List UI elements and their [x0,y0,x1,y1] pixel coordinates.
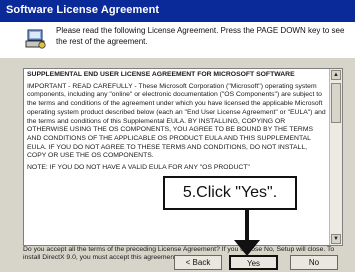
down-arrow-icon [234,240,260,256]
license-agreement-dialog: Software License Agreement Please read t… [0,0,355,272]
license-text-box[interactable]: SUPPLEMENTAL END USER LICENSE AGREEMENT … [23,68,343,246]
back-button[interactable]: < Back [174,255,222,270]
setup-computer-icon [25,29,46,49]
window-title: Software License Agreement [6,4,160,16]
license-heading: SUPPLEMENTAL END USER LICENSE AGREEMENT … [27,71,295,78]
no-button[interactable]: No [290,255,338,270]
yes-button[interactable]: Yes [229,255,278,270]
title-bar[interactable]: Software License Agreement [0,0,355,22]
scroll-thumb[interactable] [331,83,341,123]
scroll-up-arrow-icon[interactable]: ▲ [331,70,341,80]
step-callout: 5.Click "Yes". [163,176,297,210]
vertical-scrollbar[interactable]: ▲ ▼ [329,69,342,245]
instruction-text: Please read the following License Agreem… [56,26,345,46]
scroll-down-arrow-icon[interactable]: ▼ [331,234,341,244]
license-text: SUPPLEMENTAL END USER LICENSE AGREEMENT … [27,71,327,176]
license-paragraph: IMPORTANT - READ CAREFULLY - These Micro… [27,82,326,160]
license-paragraph: NOTE: IF YOU DO NOT HAVE A VALID EULA FO… [27,164,250,172]
